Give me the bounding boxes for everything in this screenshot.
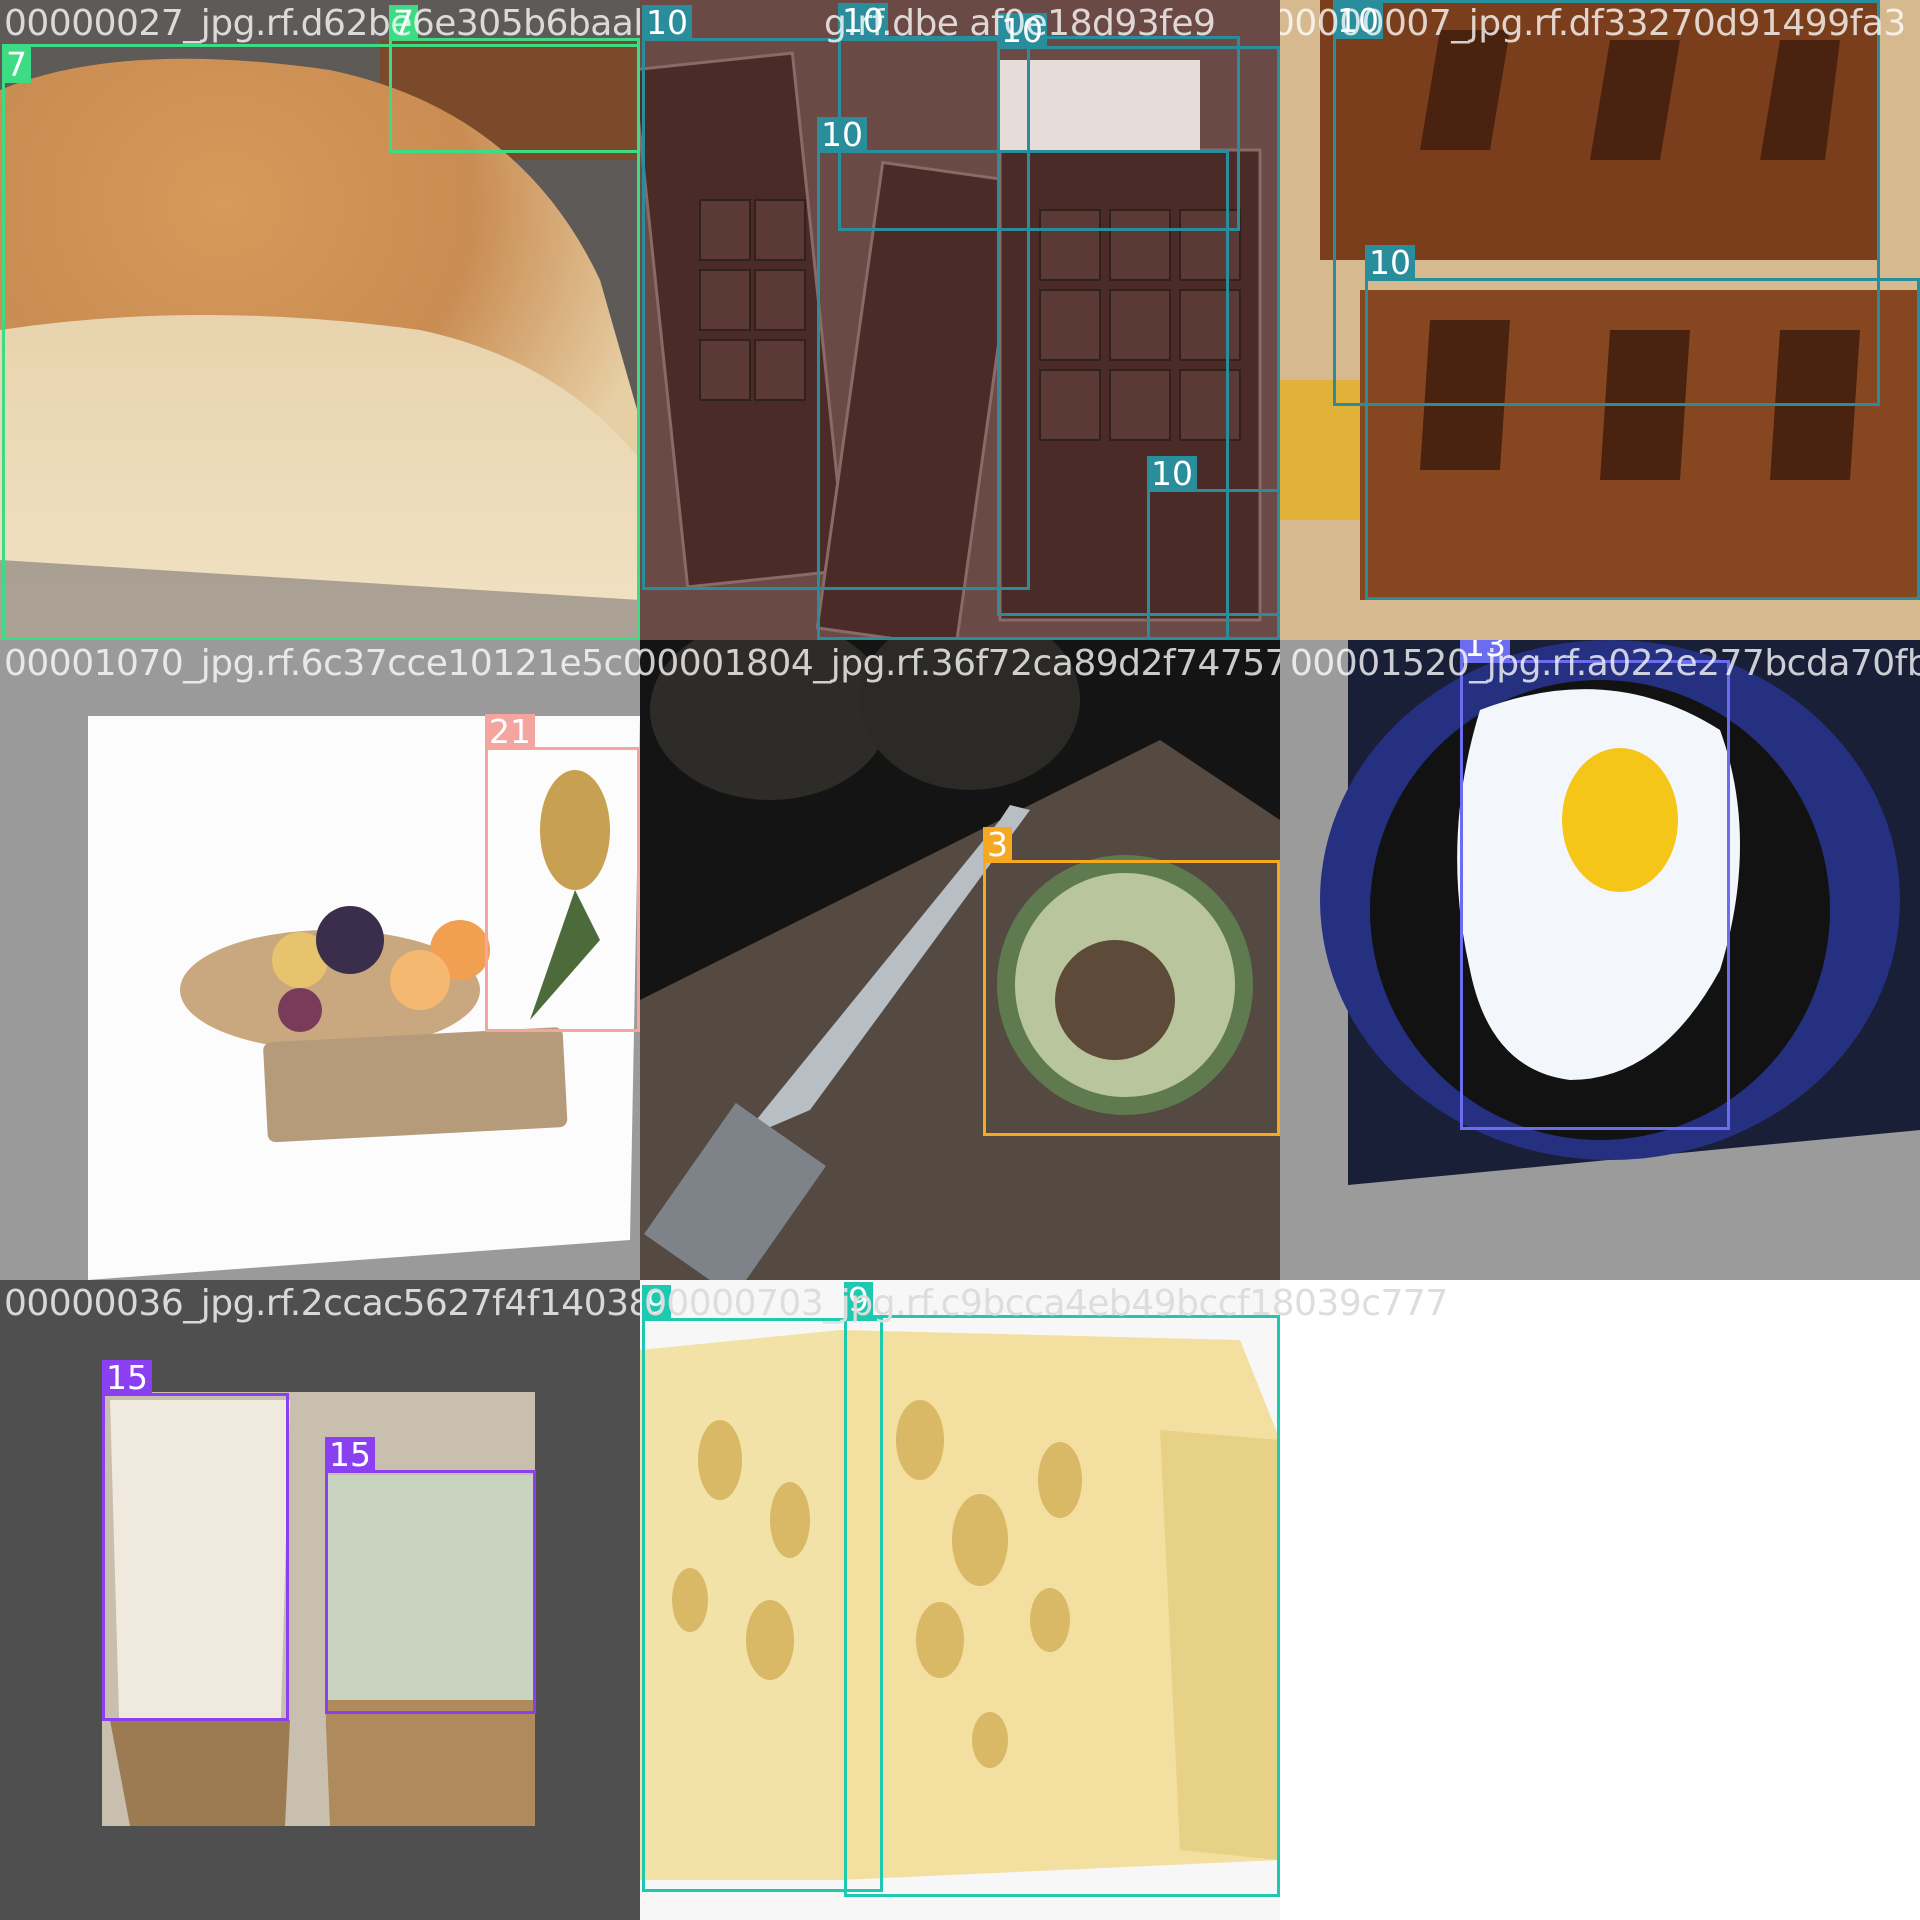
empty-tile xyxy=(1280,1280,1920,1920)
class-label: 15 xyxy=(102,1360,152,1396)
class-label: 10 xyxy=(817,117,867,153)
tile-toblerone: 10 10 00000007_jpg.rf.df33270d91499fa3 xyxy=(1280,0,1920,640)
bounding-box-ice-cream-1: 15 xyxy=(102,1360,289,1721)
class-label: 15 xyxy=(325,1437,375,1473)
bounding-box-ice-cream-2: 15 xyxy=(325,1437,536,1714)
class-label: 10 xyxy=(1365,245,1415,281)
class-label: 10 xyxy=(642,5,692,41)
bounding-box-cheese-2: 9 xyxy=(844,1282,1280,1897)
detection-mosaic: 7 7 00000027_jpg.rf.d62be6e305b6baab5 10… xyxy=(0,0,1920,1920)
bounding-box-pineapple: 21 xyxy=(485,714,640,1032)
image-filename: 00000703_jpg.rf.c9bcca4eb49bccf18039c777 xyxy=(644,1283,1448,1324)
ice-cream-photo xyxy=(0,1280,640,1920)
image-filename: 00000036_jpg.rf.2ccac5627f4f14038 xyxy=(4,1283,640,1324)
image-filename: 00001804_jpg.rf.36f72ca89d2f74757 xyxy=(640,643,1280,684)
class-label: 7 xyxy=(2,47,31,83)
image-filename: 00000007_jpg.rf.df33270d91499fa3 xyxy=(1280,3,1906,44)
tile-avocado: 3 00001804_jpg.rf.36f72ca89d2f74757 xyxy=(640,640,1280,1280)
bounding-box-bread-2: 7 xyxy=(389,5,640,153)
bounding-box-chocolate-5: 10 xyxy=(1147,456,1280,640)
image-filename: 00001070_jpg.rf.6c37cce10121e5c0d xyxy=(4,643,640,684)
tile-chocolate: 10 10 10 10 10 g.rf.dbe af0e18d93fe9 xyxy=(640,0,1280,640)
bounding-box-egg: 13 xyxy=(1460,640,1730,1130)
bounding-box-avocado: 3 xyxy=(983,827,1280,1136)
bounding-box-toblerone-2: 10 xyxy=(1365,245,1920,600)
class-label: 21 xyxy=(485,714,535,750)
class-label: 10 xyxy=(1147,456,1197,492)
image-filename: g.rf.dbe af0e18d93fe9 xyxy=(824,3,1216,44)
tile-fried-egg: 13 00001520_jpg.rf.a022e277bcda70fbc xyxy=(1280,640,1920,1280)
tile-ice-cream: 15 15 00000036_jpg.rf.2ccac5627f4f14038 xyxy=(0,1280,640,1920)
image-filename: 00000027_jpg.rf.d62be6e305b6baab5 xyxy=(4,3,640,44)
tile-bread: 7 7 00000027_jpg.rf.d62be6e305b6baab5 xyxy=(0,0,640,640)
image-filename: 00001520_jpg.rf.a022e277bcda70fbc xyxy=(1290,643,1920,684)
tile-fruit-basket: 21 00001070_jpg.rf.6c37cce10121e5c0d xyxy=(0,640,640,1280)
class-label: 3 xyxy=(983,827,1012,863)
